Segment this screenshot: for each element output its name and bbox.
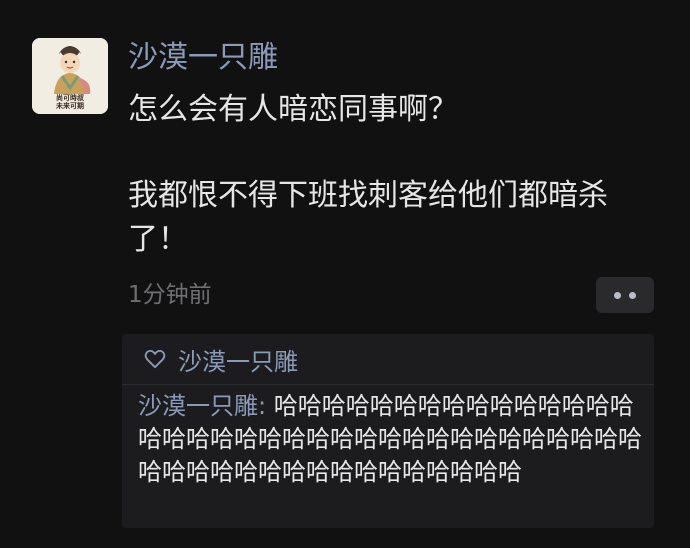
more-button[interactable]	[596, 277, 654, 313]
post-content-line-1: 怎么会有人暗恋同事啊？	[128, 92, 458, 127]
more-dots-icon	[614, 291, 621, 299]
heart-outline-icon	[144, 349, 166, 369]
comment-author[interactable]: 沙漠一只雕	[138, 392, 258, 420]
comment-item[interactable]: 沙漠一只雕: 哈哈哈哈哈哈哈哈哈哈哈哈哈哈哈哈哈哈哈哈哈哈哈哈哈哈哈哈哈哈哈哈哈…	[138, 390, 644, 489]
post-content-line-2: 我都恨不得下班找刺客给他们都暗杀了！	[128, 178, 608, 257]
likes-names[interactable]: 沙漠一只雕	[178, 342, 298, 377]
post-timestamp: 1分钟前	[128, 282, 212, 308]
avatar-caption: 尚可時叔 未来可期	[32, 94, 108, 110]
interaction-panel: 沙漠一只雕 沙漠一只雕: 哈哈哈哈哈哈哈哈哈哈哈哈哈哈哈哈哈哈哈哈哈哈哈哈哈哈哈…	[122, 334, 654, 528]
post-content: 怎么会有人暗恋同事啊？ 我都恨不得下班找刺客给他们都暗杀了！	[128, 88, 658, 262]
post-author-name[interactable]: 沙漠一只雕	[128, 38, 278, 78]
avatar-caption-line1: 尚可時叔	[56, 94, 84, 102]
divider	[122, 384, 654, 385]
avatar[interactable]: 尚可時叔 未来可期	[32, 38, 108, 114]
likes-row: 沙漠一只雕	[144, 342, 298, 376]
avatar-caption-line2: 未来可期	[56, 102, 84, 110]
comment-separator: :	[258, 392, 274, 420]
more-dots-icon	[629, 291, 636, 299]
